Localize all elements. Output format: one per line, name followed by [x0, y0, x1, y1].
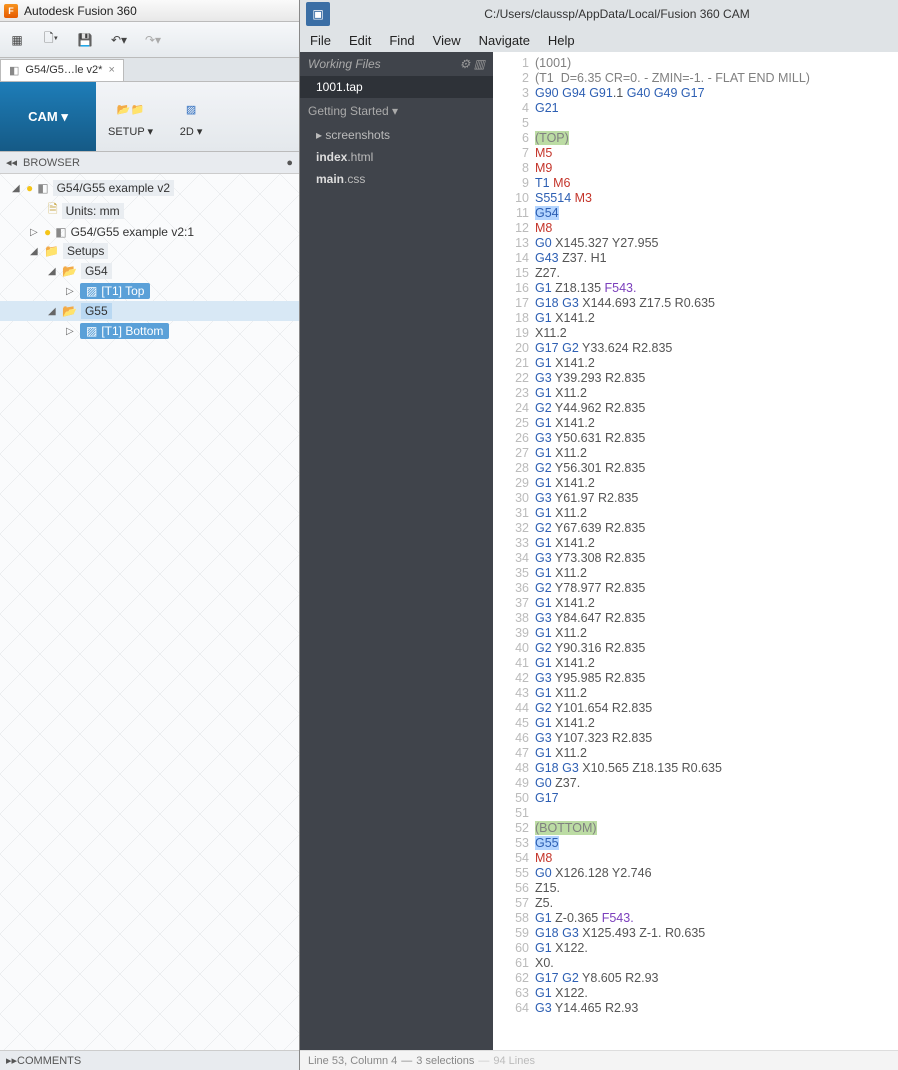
menu-file[interactable]: File [310, 33, 331, 48]
collapse-icon[interactable]: ◂◂ [6, 156, 17, 169]
sidebar-file-main[interactable]: main.css [300, 168, 493, 190]
operation-icon: ▨ [86, 284, 97, 298]
ribbon: CAM ▾ 📂📁 SETUP ▾ ▨ 2D ▾ [0, 82, 299, 152]
tree-setups[interactable]: ◢ 📁 Setups [0, 241, 299, 261]
tree-g55-label: G55 [81, 303, 112, 319]
ribbon-setup[interactable]: 📂📁 SETUP ▾ [96, 82, 165, 151]
undo-icon[interactable]: ↶▾ [110, 31, 128, 49]
ribbon-2d-label: 2D ▾ [180, 125, 203, 138]
status-lines: 94 Lines [493, 1055, 535, 1067]
editor-menubar: File Edit Find View Navigate Help [300, 28, 898, 52]
component-icon: ◧ [55, 225, 66, 239]
tree-units[interactable]: 🗎 Units: mm [0, 198, 299, 223]
doc-icon: ◧ [9, 64, 19, 77]
chevron-right-icon[interactable]: ▸▸ [6, 1054, 17, 1067]
setup-folder-icon: 📂📁 [117, 95, 145, 123]
status-selections: 3 selections [416, 1055, 474, 1067]
hatching-icon: ▨ [177, 95, 205, 123]
tree-t1-bottom[interactable]: ▷ ▨ [T1] Bottom [0, 321, 299, 341]
tree-t1-top[interactable]: ▷ ▨ [T1] Top [0, 281, 299, 301]
editor-statusbar: Line 53, Column 4 — 3 selections — 94 Li… [300, 1050, 898, 1070]
fusion-qat: ▦ 🗋▾ 💾 ↶▾ ↷▾ [0, 22, 299, 58]
fusion-title: Autodesk Fusion 360 [24, 4, 137, 18]
tree-units-label: Units: mm [62, 203, 124, 219]
bulb-icon[interactable]: ● [26, 181, 33, 195]
close-icon[interactable]: × [108, 64, 114, 76]
caret-right-icon[interactable]: ▷ [66, 326, 76, 337]
menu-help[interactable]: Help [548, 33, 575, 48]
editor-logo-icon: ▣ [306, 2, 330, 26]
editor-sidebar: Working Files ⚙ ▥ 1001.tap Getting Start… [300, 52, 493, 1050]
tree-t1-top-label: [T1] Top [101, 284, 144, 298]
grid-icon[interactable]: ▦ [8, 31, 26, 49]
gear-icon[interactable]: ⚙ [460, 57, 471, 71]
working-files-label: Working Files [308, 57, 381, 71]
editor-path: C:/Users/claussp/AppData/Local/Fusion 36… [336, 7, 898, 21]
doc-tab-label: G54/G5…le v2* [25, 64, 102, 76]
comments-label: COMMENTS [17, 1055, 81, 1067]
folder-icon: 📂 [62, 304, 77, 318]
fusion-titlebar: F Autodesk Fusion 360 [0, 0, 299, 22]
tree-setups-label: Setups [63, 243, 108, 259]
ribbon-2d[interactable]: ▨ 2D ▾ [165, 82, 217, 151]
menu-edit[interactable]: Edit [349, 33, 371, 48]
bulb-icon[interactable]: ● [44, 225, 51, 239]
code-editor[interactable]: 1 2 3 4 5 6 7 8 9 10 11 12 13 14 15 16 1… [493, 52, 898, 1050]
sidebar-file-index[interactable]: index.html [300, 146, 493, 168]
browser-header[interactable]: ◂◂ BROWSER ● [0, 152, 299, 174]
folder-icon: 📁 [44, 244, 59, 258]
workspace-switcher[interactable]: CAM ▾ [0, 82, 96, 151]
doc-tab[interactable]: ◧ G54/G5…le v2* × [0, 59, 124, 81]
caret-down-icon[interactable]: ◢ [30, 246, 40, 257]
comments-bar[interactable]: ▸▸ COMMENTS [0, 1050, 299, 1070]
working-file-active[interactable]: 1001.tap [300, 76, 493, 98]
folder-icon: 📂 [62, 264, 77, 278]
line-gutter: 1 2 3 4 5 6 7 8 9 10 11 12 13 14 15 16 1… [493, 52, 535, 1050]
tree-root-label: G54/G55 example v2 [53, 180, 174, 196]
tree-g55[interactable]: ◢ 📂 G55 [0, 301, 299, 321]
operation-icon: ▨ [86, 324, 97, 338]
doc-icon: 🗎 [48, 200, 58, 221]
browser-tree: ◢ ● ◧ G54/G55 example v2 🗎 Units: mm ▷ ●… [0, 174, 299, 1050]
code-content[interactable]: (1001) (T1 D=6.35 CR=0. - ZMIN=-1. - FLA… [535, 52, 898, 1050]
tree-g54-label: G54 [81, 263, 112, 279]
redo-icon[interactable]: ↷▾ [144, 31, 162, 49]
tree-root[interactable]: ◢ ● ◧ G54/G55 example v2 [0, 178, 299, 198]
doc-tab-bar: ◧ G54/G5…le v2* × [0, 58, 299, 82]
tree-g54[interactable]: ◢ 📂 G54 [0, 261, 299, 281]
editor-titlebar: ▣ C:/Users/claussp/AppData/Local/Fusion … [300, 0, 898, 28]
save-icon[interactable]: 💾 [76, 31, 94, 49]
component-icon: ◧ [37, 181, 48, 195]
getting-started[interactable]: Getting Started ▾ [300, 98, 493, 124]
browser-label: BROWSER [23, 157, 80, 169]
caret-down-icon[interactable]: ◢ [48, 266, 58, 277]
file-icon[interactable]: 🗋▾ [42, 31, 60, 49]
caret-down-icon[interactable]: ◢ [12, 183, 22, 194]
tree-t1-bottom-label: [T1] Bottom [101, 324, 163, 338]
working-files-header[interactable]: Working Files ⚙ ▥ [300, 52, 493, 76]
status-location[interactable]: Line 53, Column 4 [308, 1055, 397, 1067]
caret-right-icon[interactable]: ▷ [30, 227, 40, 238]
menu-find[interactable]: Find [389, 33, 414, 48]
split-icon[interactable]: ▥ [474, 57, 485, 71]
caret-right-icon[interactable]: ▷ [66, 286, 76, 297]
fusion-logo-icon: F [4, 4, 18, 18]
tree-child-label: G54/G55 example v2:1 [71, 225, 194, 239]
tree-child[interactable]: ▷ ● ◧ G54/G55 example v2:1 [0, 223, 299, 241]
menu-view[interactable]: View [433, 33, 461, 48]
caret-down-icon[interactable]: ◢ [48, 306, 58, 317]
menu-navigate[interactable]: Navigate [479, 33, 530, 48]
sidebar-folder[interactable]: ▸ screenshots [300, 124, 493, 146]
dot-icon[interactable]: ● [286, 157, 293, 169]
ribbon-setup-label: SETUP ▾ [108, 125, 153, 138]
